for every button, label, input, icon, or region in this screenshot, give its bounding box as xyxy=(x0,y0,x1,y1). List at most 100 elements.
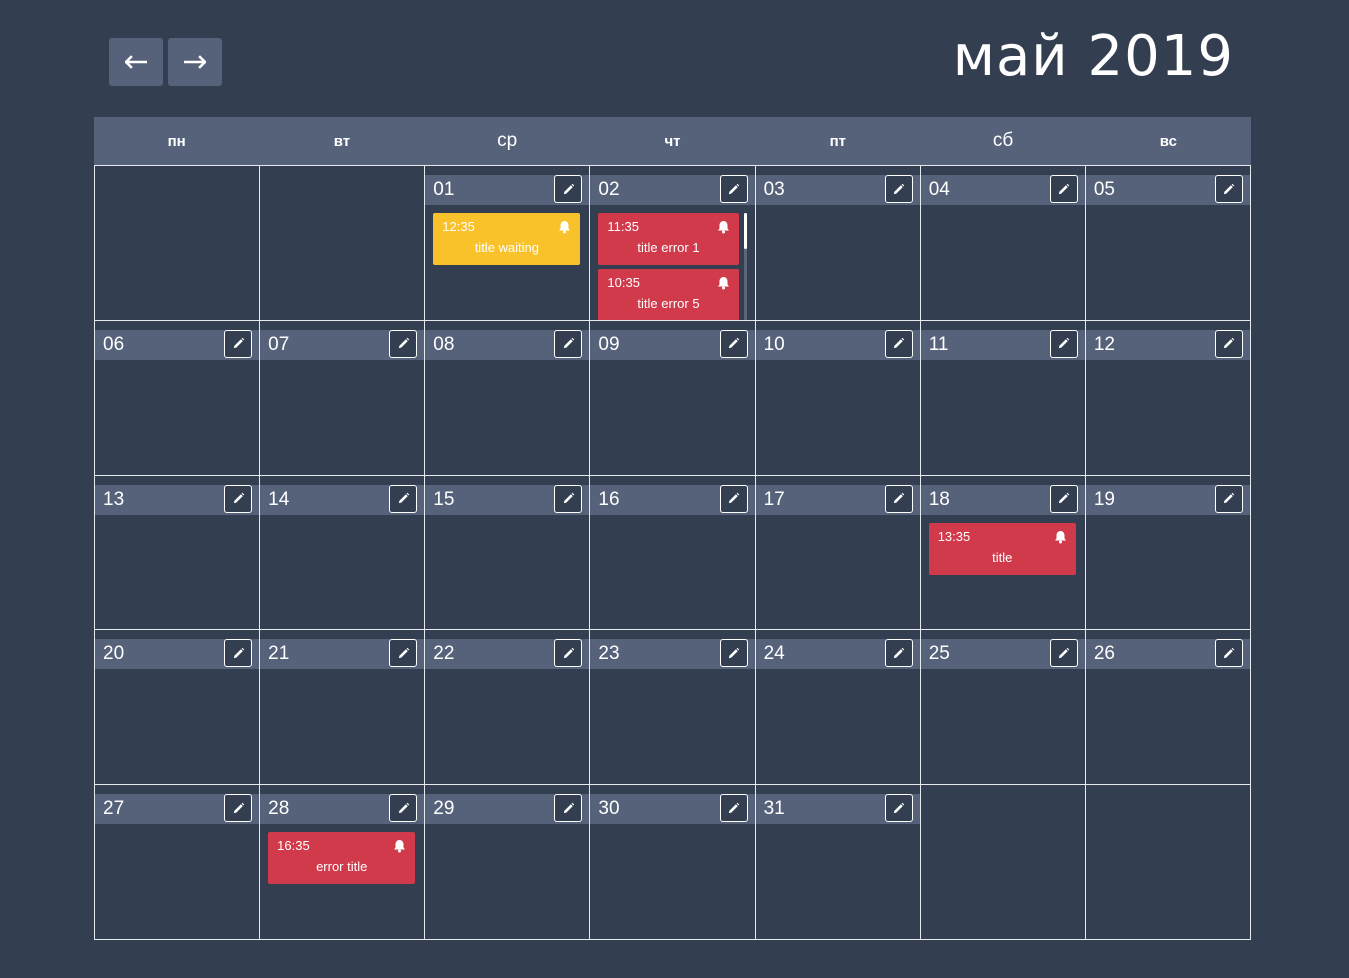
day-cell[interactable]: 22 xyxy=(425,630,591,786)
day-header: 23 xyxy=(590,639,755,670)
edit-day-button[interactable] xyxy=(719,484,748,513)
edit-day-button[interactable] xyxy=(554,484,583,513)
day-cell[interactable]: 09 xyxy=(590,320,756,476)
day-cell[interactable]: 30 xyxy=(590,785,756,940)
day-cell[interactable]: 15 xyxy=(425,475,591,631)
edit-day-button[interactable] xyxy=(1049,175,1078,203)
day-cell[interactable]: 21 xyxy=(260,630,426,786)
edit-day-button[interactable] xyxy=(389,484,418,513)
edit-day-button[interactable] xyxy=(224,794,253,823)
weekday-sun: вс xyxy=(1159,132,1177,150)
day-cell[interactable]: 06 xyxy=(95,320,261,476)
edit-day-button[interactable] xyxy=(389,639,418,668)
edit-day-button[interactable] xyxy=(884,639,913,668)
edit-day-button[interactable] xyxy=(389,794,418,823)
event-time: 12:35 xyxy=(442,219,475,234)
event-list: 13:35 title xyxy=(928,522,1076,630)
edit-day-button[interactable] xyxy=(884,484,913,513)
edit-day-button[interactable] xyxy=(554,175,583,203)
bell-icon xyxy=(717,277,729,290)
day-number: 09 xyxy=(598,333,620,355)
day-number: 21 xyxy=(268,643,290,665)
edit-day-button[interactable] xyxy=(1049,639,1078,668)
day-cell[interactable]: 03 xyxy=(755,166,921,321)
day-cell[interactable]: 18 13:35 title xyxy=(920,475,1086,631)
day-cell[interactable]: 11 xyxy=(920,320,1086,476)
edit-day-button[interactable] xyxy=(884,794,913,823)
day-header: 02 xyxy=(590,175,755,205)
day-cell[interactable]: 28 16:35 error title xyxy=(260,785,426,940)
day-cell[interactable]: 23 xyxy=(590,630,756,786)
edit-day-button[interactable] xyxy=(719,175,748,203)
empty-day-cell xyxy=(920,785,1086,940)
day-cell[interactable]: 01 12:35 title waiting xyxy=(425,166,591,321)
bell-icon xyxy=(717,221,729,234)
bell-icon-wrapper xyxy=(558,220,571,237)
day-header: 05 xyxy=(1085,175,1250,205)
day-cell[interactable]: 10 xyxy=(755,320,921,476)
edit-day-button[interactable] xyxy=(719,794,748,823)
day-header: 26 xyxy=(1085,639,1250,670)
day-header: 29 xyxy=(425,794,590,825)
edit-day-button[interactable] xyxy=(1049,484,1078,513)
day-header: 21 xyxy=(260,639,425,670)
day-cell[interactable]: 12 xyxy=(1085,320,1251,476)
edit-day-button[interactable] xyxy=(1214,329,1243,358)
day-number: 07 xyxy=(268,333,290,355)
day-header: 22 xyxy=(425,639,590,670)
edit-day-button[interactable] xyxy=(1214,639,1243,668)
day-cell[interactable]: 07 xyxy=(260,320,426,476)
event-card[interactable]: 12:35 title waiting xyxy=(433,213,581,265)
day-cell[interactable]: 05 xyxy=(1085,166,1251,321)
pencil-icon xyxy=(233,492,244,504)
day-header: 31 xyxy=(755,794,920,825)
pencil-icon xyxy=(728,492,740,504)
day-cell[interactable]: 31 xyxy=(755,785,921,940)
day-number: 28 xyxy=(268,798,290,820)
scrollbar-thumb[interactable] xyxy=(743,213,747,249)
day-cell[interactable]: 17 xyxy=(755,475,921,631)
day-cell[interactable]: 08 xyxy=(425,320,591,476)
day-cell[interactable]: 14 xyxy=(260,475,426,631)
day-cell[interactable]: 13 xyxy=(95,475,261,631)
day-cell[interactable]: 26 xyxy=(1085,630,1251,786)
day-cell[interactable]: 27 xyxy=(95,785,261,940)
edit-day-button[interactable] xyxy=(1049,329,1078,358)
prev-month-button[interactable] xyxy=(109,38,163,86)
pencil-icon xyxy=(894,338,905,349)
month-navigation xyxy=(109,38,222,86)
edit-day-button[interactable] xyxy=(884,175,913,203)
edit-day-button[interactable] xyxy=(554,329,583,358)
edit-day-button[interactable] xyxy=(554,639,583,668)
day-header: 12 xyxy=(1085,329,1250,360)
edit-day-button[interactable] xyxy=(1214,484,1243,513)
day-cell[interactable]: 25 xyxy=(920,630,1086,786)
day-cell[interactable]: 16 xyxy=(590,475,756,631)
edit-day-button[interactable] xyxy=(1214,175,1243,203)
next-month-button[interactable] xyxy=(168,38,222,86)
edit-day-button[interactable] xyxy=(554,794,583,823)
day-number: 19 xyxy=(1093,488,1115,510)
day-cell[interactable]: 29 xyxy=(425,785,591,940)
edit-day-button[interactable] xyxy=(719,639,748,668)
day-number: 31 xyxy=(763,798,785,820)
day-cell[interactable]: 24 xyxy=(755,630,921,786)
day-cell[interactable]: 04 xyxy=(920,166,1086,321)
edit-day-button[interactable] xyxy=(389,329,418,358)
day-cell[interactable]: 20 xyxy=(95,630,261,786)
edit-day-button[interactable] xyxy=(224,329,253,358)
event-card[interactable]: 11:35 title error 1 xyxy=(598,213,739,265)
edit-day-button[interactable] xyxy=(224,639,253,668)
arrow-right-icon xyxy=(184,55,206,69)
event-card[interactable]: 16:35 error title xyxy=(268,832,416,885)
edit-day-button[interactable] xyxy=(224,484,253,513)
day-cell[interactable]: 19 xyxy=(1085,475,1251,631)
day-number: 25 xyxy=(928,643,950,665)
day-header: 07 xyxy=(260,329,425,360)
edit-day-button[interactable] xyxy=(719,329,748,358)
pencil-icon xyxy=(1059,492,1070,504)
day-cell[interactable]: 02 11:35 title error 1 10:35 title error 5 xyxy=(590,166,756,321)
event-card[interactable]: 10:35 title error 5 xyxy=(598,269,739,320)
event-card[interactable]: 13:35 title xyxy=(928,522,1076,575)
edit-day-button[interactable] xyxy=(884,329,913,358)
